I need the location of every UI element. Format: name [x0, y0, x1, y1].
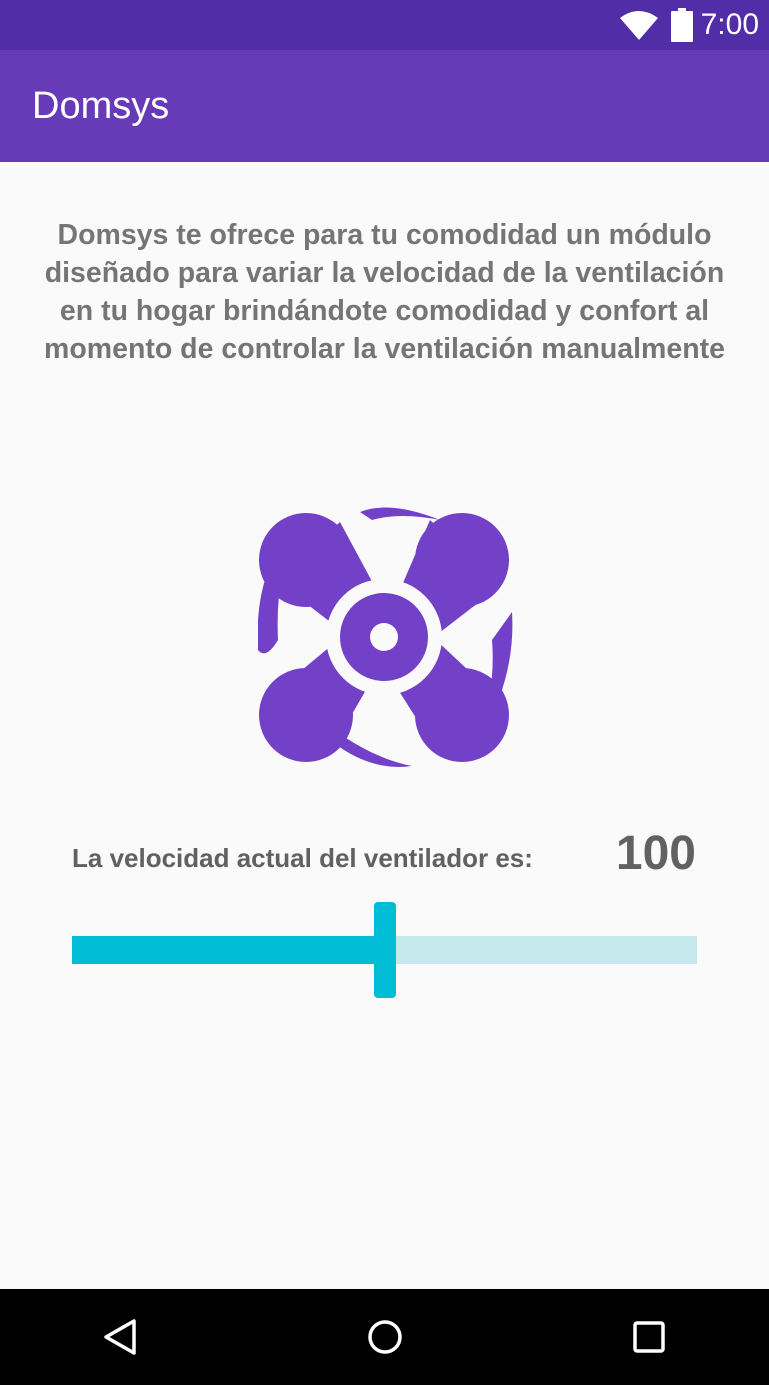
home-button[interactable] [337, 1289, 433, 1385]
recents-icon [633, 1321, 665, 1353]
slider-thumb[interactable] [373, 902, 396, 998]
app-title: Domsys [32, 85, 170, 127]
navigation-bar [0, 1289, 769, 1385]
description-text: Domsys te ofrece para tu comodidad un mó… [44, 219, 725, 365]
status-bar: 7:00 [0, 0, 769, 50]
slider-fill [72, 936, 385, 964]
wifi-icon [619, 11, 658, 40]
speed-label: La velocidad actual del ventilador es: [72, 843, 533, 873]
home-icon [368, 1320, 402, 1354]
fan-icon [258, 507, 513, 767]
back-button[interactable] [72, 1289, 168, 1385]
status-icons: 7:00 [619, 0, 759, 50]
speed-value: 100 [615, 827, 696, 880]
speed-slider[interactable] [72, 902, 697, 998]
battery-icon [670, 8, 693, 42]
back-icon [104, 1319, 136, 1355]
recents-button[interactable] [601, 1289, 697, 1385]
app-bar: Domsys [0, 50, 769, 162]
clock: 7:00 [700, 8, 759, 41]
